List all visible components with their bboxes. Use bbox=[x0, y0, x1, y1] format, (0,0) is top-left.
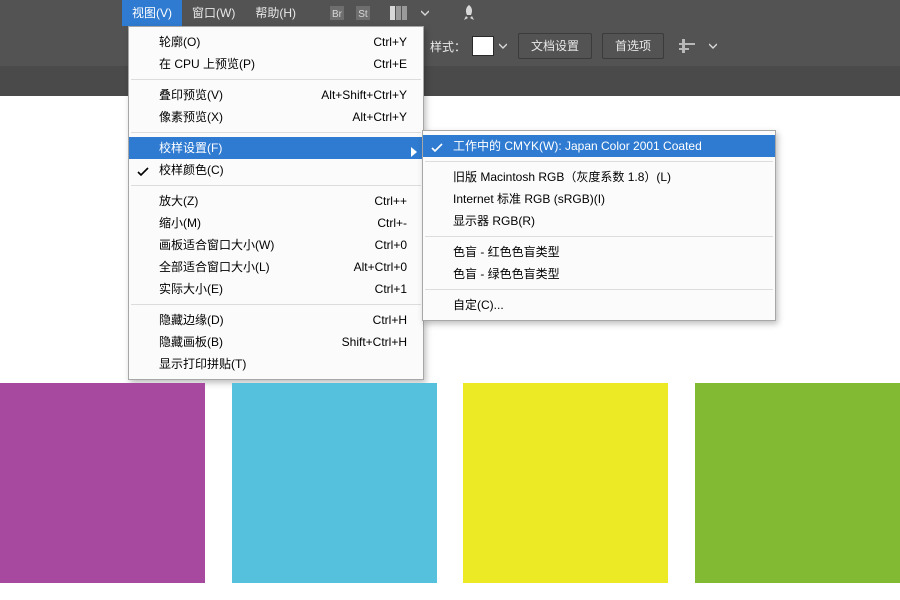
shortcut: Alt+Shift+Ctrl+Y bbox=[321, 84, 407, 106]
color-swatches bbox=[0, 383, 900, 583]
check-icon bbox=[431, 139, 443, 161]
shortcut: Ctrl+E bbox=[373, 53, 407, 75]
menu-overprint-preview[interactable]: 叠印预览(V)Alt+Shift+Ctrl+Y bbox=[129, 84, 423, 106]
preferences-button[interactable]: 首选项 bbox=[602, 33, 664, 59]
menu-separator bbox=[131, 132, 421, 133]
check-icon bbox=[137, 163, 149, 185]
style-swatch[interactable] bbox=[472, 36, 494, 56]
menu-separator bbox=[425, 289, 773, 290]
toolbar-icon-st[interactable]: St bbox=[350, 0, 376, 26]
menu-zoom-in[interactable]: 放大(Z)Ctrl++ bbox=[129, 190, 423, 212]
style-dropdown-icon[interactable] bbox=[498, 37, 508, 55]
menu-hide-edges[interactable]: 隐藏边缘(D)Ctrl+H bbox=[129, 309, 423, 331]
svg-text:Br: Br bbox=[332, 9, 343, 20]
swatch-4 bbox=[695, 383, 900, 583]
submenu-colorblind-protanopia[interactable]: 色盲 - 红色色盲类型 bbox=[423, 241, 775, 263]
menu-window[interactable]: 窗口(W) bbox=[182, 0, 245, 26]
menu-separator bbox=[131, 79, 421, 80]
doc-setup-button[interactable]: 文档设置 bbox=[518, 33, 592, 59]
menu-view[interactable]: 视图(V) bbox=[122, 0, 182, 26]
rocket-icon[interactable] bbox=[456, 0, 482, 26]
menu-show-print-tiling[interactable]: 显示打印拼贴(T) bbox=[129, 353, 423, 375]
menu-fit-all[interactable]: 全部适合窗口大小(L)Alt+Ctrl+0 bbox=[129, 256, 423, 278]
menu-separator bbox=[131, 304, 421, 305]
swatch-3 bbox=[463, 383, 668, 583]
menu-help[interactable]: 帮助(H) bbox=[245, 0, 306, 26]
view-menu: 轮廓(O)Ctrl+Y 在 CPU 上预览(P)Ctrl+E 叠印预览(V)Al… bbox=[128, 26, 424, 380]
swatch-1 bbox=[0, 383, 205, 583]
submenu-working-cmyk[interactable]: 工作中的 CMYK(W): Japan Color 2001 Coated bbox=[423, 135, 775, 157]
svg-text:St: St bbox=[358, 9, 368, 20]
menu-separator bbox=[425, 161, 773, 162]
menu-pixel-preview[interactable]: 像素预览(X)Alt+Ctrl+Y bbox=[129, 106, 423, 128]
menu-separator bbox=[425, 236, 773, 237]
shortcut: Ctrl+- bbox=[377, 212, 407, 234]
shortcut: Shift+Ctrl+H bbox=[342, 331, 407, 353]
menu-separator bbox=[131, 185, 421, 186]
chevron-down-icon[interactable] bbox=[412, 0, 438, 26]
menu-cpu-preview[interactable]: 在 CPU 上预览(P)Ctrl+E bbox=[129, 53, 423, 75]
menu-proof-setup[interactable]: 校样设置(F) bbox=[129, 137, 423, 159]
shortcut: Ctrl+H bbox=[373, 309, 407, 331]
menubar-spacer bbox=[0, 0, 122, 26]
submenu-internet-srgb[interactable]: Internet 标准 RGB (sRGB)(I) bbox=[423, 188, 775, 210]
shortcut: Ctrl++ bbox=[374, 190, 407, 212]
menubar: 视图(V) 窗口(W) 帮助(H) Br St bbox=[0, 0, 900, 26]
align-icon[interactable] bbox=[674, 33, 700, 59]
submenu-legacy-mac-rgb[interactable]: 旧版 Macintosh RGB（灰度系数 1.8）(L) bbox=[423, 166, 775, 188]
menu-fit-artboard[interactable]: 画板适合窗口大小(W)Ctrl+0 bbox=[129, 234, 423, 256]
menu-hide-artboards[interactable]: 隐藏画板(B)Shift+Ctrl+H bbox=[129, 331, 423, 353]
swatch-2 bbox=[232, 383, 437, 583]
shortcut: Ctrl+0 bbox=[375, 234, 407, 256]
chevron-down-icon[interactable] bbox=[700, 33, 726, 59]
submenu-monitor-rgb[interactable]: 显示器 RGB(R) bbox=[423, 210, 775, 232]
menu-outline[interactable]: 轮廓(O)Ctrl+Y bbox=[129, 31, 423, 53]
menu-proof-colors[interactable]: 校样颜色(C) bbox=[129, 159, 423, 181]
shortcut: Alt+Ctrl+Y bbox=[352, 106, 407, 128]
toolbar-icon-br[interactable]: Br bbox=[324, 0, 350, 26]
menu-zoom-out[interactable]: 缩小(M)Ctrl+- bbox=[129, 212, 423, 234]
style-label: 样式： bbox=[430, 38, 466, 55]
submenu-colorblind-deuteranopia[interactable]: 色盲 - 绿色色盲类型 bbox=[423, 263, 775, 285]
shortcut: Ctrl+Y bbox=[373, 31, 407, 53]
menu-actual-size[interactable]: 实际大小(E)Ctrl+1 bbox=[129, 278, 423, 300]
arrange-documents-icon[interactable] bbox=[386, 0, 412, 26]
shortcut: Alt+Ctrl+0 bbox=[354, 256, 407, 278]
proof-setup-submenu: 工作中的 CMYK(W): Japan Color 2001 Coated 旧版… bbox=[422, 130, 776, 321]
shortcut: Ctrl+1 bbox=[375, 278, 407, 300]
submenu-custom[interactable]: 自定(C)... bbox=[423, 294, 775, 316]
